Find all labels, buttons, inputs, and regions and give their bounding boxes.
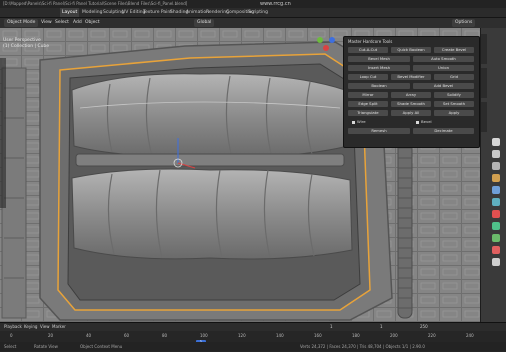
bevel-modifier-button[interactable]: Bevel Modifier — [391, 74, 431, 80]
bevel-mesh-button[interactable]: Bevel Mesh — [348, 56, 410, 62]
workspace-tabs: Layout Modeling Sculpting UV Editing Tex… — [0, 8, 506, 18]
mirror-button[interactable]: Mirror — [348, 92, 388, 98]
bottom-cushion — [71, 168, 353, 260]
grid-button[interactable]: Grid — [434, 74, 474, 80]
solidify-button[interactable]: Solidify — [434, 92, 474, 98]
marker-menu[interactable]: Marker — [52, 323, 66, 331]
tab-scripting[interactable]: Scripting — [248, 8, 268, 17]
collection-name: (1) Collection | Cube — [3, 43, 50, 49]
scene-icon[interactable] — [492, 150, 500, 158]
keying-menu[interactable]: Keying — [24, 323, 37, 331]
options-dropdown[interactable]: Options — [452, 19, 476, 27]
remesh-button[interactable]: Remesh — [348, 128, 410, 134]
physics-icon[interactable] — [492, 210, 500, 218]
tab-modeling[interactable]: Modeling — [82, 8, 102, 17]
insert-mesh-button[interactable]: Insert Mesh — [348, 65, 410, 71]
toolbar-left[interactable] — [0, 58, 6, 208]
sidebar-tab-tool[interactable] — [481, 68, 487, 98]
file-path: [D:\Mapped\Panels\Sci-fi Panel\Sci-fi Pa… — [3, 1, 188, 6]
array-button[interactable]: Array — [391, 92, 431, 98]
frame-label: 20 — [48, 333, 54, 338]
quick-boolean-button[interactable]: Quick Boolean — [391, 47, 431, 53]
union-button[interactable]: Union — [413, 65, 474, 71]
frame-label: 220 — [428, 333, 436, 338]
watermark: www.rrcg.cn — [260, 1, 291, 7]
frame-ruler[interactable]: 0 20 40 60 80 100 120 140 160 180 200 22… — [0, 332, 506, 346]
data-icon[interactable] — [492, 234, 500, 242]
frame-label: 80 — [162, 333, 168, 338]
window-title-bar: [D:\Mapped\Panels\Sci-fi Panel\Sci-fi Pa… — [0, 0, 506, 8]
loop-cut-button[interactable]: Loop Cut — [348, 74, 388, 80]
tab-sculpting[interactable]: Sculpting — [103, 8, 124, 17]
frame-label: 120 — [238, 333, 246, 338]
frame-label: 40 — [86, 333, 92, 338]
frame-label: 200 — [390, 333, 398, 338]
scene-stats: Verts 24,372 | Faces 24,370 | Tris 48,70… — [300, 344, 425, 349]
frame-label: 180 — [352, 333, 360, 338]
world-icon[interactable] — [492, 162, 500, 170]
frame-label: 160 — [314, 333, 322, 338]
triangulate-button[interactable]: Triangulate — [348, 110, 388, 116]
modifier-icon[interactable] — [492, 186, 500, 194]
middle-rail — [75, 153, 345, 167]
apply-button[interactable]: Apply — [434, 110, 474, 116]
right-sidebar — [481, 28, 506, 322]
decimate-button[interactable]: Decimate — [413, 128, 474, 134]
viewport-info: User Perspective (1) Collection | Cube — [3, 38, 49, 49]
status-rotate: Rotate View — [34, 344, 58, 349]
object-icon[interactable] — [492, 174, 500, 182]
orientation-dropdown[interactable]: Global — [194, 19, 215, 27]
frame-label: 100 — [200, 333, 208, 338]
select-menu[interactable]: Select — [52, 19, 72, 27]
create-bevel-button[interactable]: Create Bevel — [434, 47, 474, 53]
constraints-icon[interactable] — [492, 222, 500, 230]
top-cushion — [71, 73, 349, 159]
frame-label: 240 — [466, 333, 474, 338]
timeline-header: Playback Keying View Marker 1 1 250 — [0, 323, 506, 331]
particles-icon[interactable] — [492, 198, 500, 206]
sidebar-tab-view[interactable] — [481, 102, 487, 132]
add-bevel-button[interactable]: Add Bevel — [413, 83, 474, 89]
edge-split-button[interactable]: Edge Split — [348, 101, 388, 107]
texture-icon[interactable] — [492, 258, 500, 266]
view-menu-timeline[interactable]: View — [40, 323, 50, 331]
status-select: Select — [4, 344, 17, 349]
tab-uv-editing[interactable]: UV Editing — [122, 8, 145, 17]
status-bar: Select Rotate View Object Context Menu V… — [0, 342, 506, 351]
frame-label: 60 — [124, 333, 130, 338]
sidebar-tab-item[interactable] — [481, 34, 487, 64]
wire-checkbox[interactable]: Wire — [352, 119, 366, 125]
frame-label: 140 — [276, 333, 284, 338]
material-icon[interactable] — [492, 246, 500, 254]
panel-title: Master Hardcore Tools — [348, 39, 393, 44]
boolean-button[interactable]: Boolean — [348, 83, 410, 89]
frame-label: 0 — [10, 333, 13, 338]
bevel-checkbox-box[interactable] — [416, 120, 419, 124]
wire-checkbox-box[interactable] — [352, 120, 355, 124]
auto-smooth-button[interactable]: Auto Smooth — [413, 56, 474, 62]
properties-icon[interactable] — [492, 138, 500, 146]
bevel-label: Bevel — [421, 119, 432, 124]
cut-a-cut-button[interactable]: Cut-A-Cut — [348, 47, 388, 53]
bevel-checkbox[interactable]: Bevel — [416, 119, 432, 125]
tab-texture-paint[interactable]: Texture Paint — [143, 8, 172, 17]
object-menu[interactable]: Object — [82, 19, 103, 27]
set-smooth-button[interactable]: Set Smooth — [434, 101, 474, 107]
current-frame-field[interactable]: 1 — [330, 323, 333, 331]
ribbed-cylinder — [397, 127, 413, 319]
tab-layout[interactable]: Layout — [60, 8, 80, 17]
status-context-menu: Object Context Menu — [80, 344, 123, 349]
mode-dropdown[interactable]: Object Mode — [4, 19, 39, 27]
end-frame-field[interactable]: 250 — [420, 323, 428, 331]
playback-menu[interactable]: Playback — [4, 323, 22, 331]
hardcore-tools-panel: Master Hardcore Tools Cut-A-Cut Quick Bo… — [343, 36, 480, 148]
apply-all-button[interactable]: Apply All — [391, 110, 431, 116]
start-frame-field[interactable]: 1 — [380, 323, 383, 331]
shade-smooth-button[interactable]: Shade Smooth — [391, 101, 431, 107]
wire-label: Wire — [357, 119, 366, 124]
